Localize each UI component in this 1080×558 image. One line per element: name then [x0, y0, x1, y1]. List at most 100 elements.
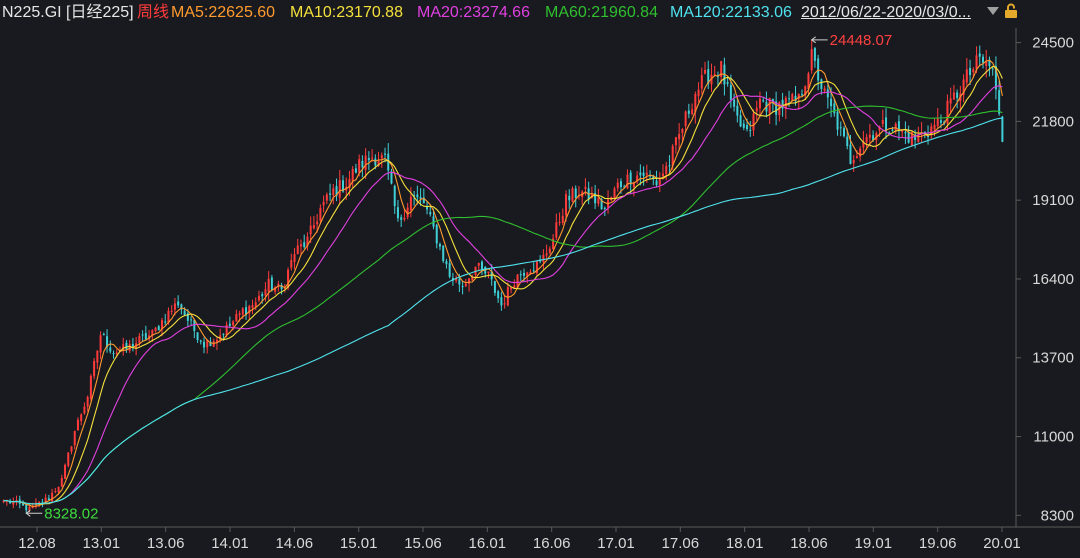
candle-body — [561, 215, 564, 224]
candle-body — [752, 113, 755, 131]
candle-body — [367, 158, 370, 161]
candle-body — [403, 217, 406, 220]
y-tick-label: 16400 — [1032, 271, 1074, 288]
candle-body — [157, 326, 160, 331]
candle-body — [742, 123, 745, 128]
candle-body — [972, 69, 975, 72]
y-tick-label: 13700 — [1032, 350, 1074, 367]
candle-body — [891, 129, 894, 131]
candle-body — [354, 168, 357, 173]
candle-body — [991, 68, 994, 70]
candle-body — [936, 118, 939, 127]
candle-body — [38, 501, 41, 503]
candle-body — [332, 188, 335, 196]
candle-body — [396, 207, 399, 219]
candle-body — [975, 55, 978, 70]
candle-body — [817, 58, 820, 81]
candle-body — [952, 92, 955, 100]
candle-body — [270, 277, 273, 291]
candle-body — [54, 491, 57, 493]
candle-body — [445, 261, 448, 265]
candle-body — [228, 323, 231, 326]
candle-body — [83, 406, 86, 414]
candle-body — [199, 340, 202, 342]
candle-body — [109, 347, 112, 352]
candle-body — [584, 186, 587, 189]
candle-body — [64, 464, 67, 479]
candles — [2, 39, 1004, 514]
candle-body — [855, 156, 858, 158]
x-tick-label: 15.01 — [340, 535, 378, 552]
candle-body — [826, 89, 829, 98]
candle-body — [477, 263, 480, 266]
candle-body — [613, 188, 616, 199]
candle-body — [684, 111, 687, 127]
candle-body — [76, 419, 79, 431]
x-tick-label: 18.01 — [726, 535, 764, 552]
candle-body — [164, 321, 167, 323]
candle-body — [115, 352, 118, 355]
candle-body — [25, 504, 28, 511]
candle-body — [183, 310, 186, 316]
tick-labels: 8300 11000 13700 16400 19100 21800 24500 12.08 1… — [18, 35, 1074, 552]
candle-body — [316, 221, 319, 225]
candle-body — [290, 260, 293, 268]
candle-body — [312, 225, 315, 229]
candle-body — [901, 130, 904, 132]
candle-body — [998, 90, 1001, 114]
candle-body — [791, 94, 794, 101]
candle-body — [500, 297, 503, 306]
candle-body — [468, 278, 471, 284]
candle-body — [810, 49, 813, 71]
candle-body — [170, 310, 173, 312]
candle-body — [70, 446, 73, 452]
candle-body — [700, 75, 703, 89]
candle-body — [44, 497, 47, 502]
candle-body — [548, 248, 551, 254]
candle-body — [691, 109, 694, 115]
candle-body — [978, 53, 981, 57]
candle-body — [687, 110, 690, 114]
x-tick-label: 16.01 — [469, 535, 507, 552]
candle-body — [277, 283, 280, 286]
candle-body — [665, 165, 668, 174]
high-label: 24448.07 — [830, 32, 893, 49]
candle-body — [351, 168, 354, 182]
candle-body — [739, 115, 742, 127]
candle-body — [448, 263, 451, 277]
candle-body — [558, 221, 561, 223]
candle-body — [458, 278, 461, 285]
candle-body — [788, 98, 791, 100]
candle-body — [574, 188, 577, 198]
candle-body — [173, 303, 176, 310]
candle-body — [293, 254, 296, 263]
candlestick-chart[interactable]: 24448.07 8328.02 8300 11000 13700 16400 19100… — [0, 0, 1080, 558]
candle-body — [296, 245, 299, 255]
candle-body — [626, 174, 629, 189]
candle-body — [384, 153, 387, 155]
candle-body — [503, 303, 506, 305]
candle-body — [800, 94, 803, 96]
candle-body — [325, 194, 328, 201]
candle-body — [749, 129, 752, 131]
candle-body — [416, 194, 419, 198]
candle-body — [303, 242, 306, 248]
candle-body — [568, 195, 571, 201]
candle-body — [364, 155, 367, 171]
x-tick-label: 15.06 — [404, 535, 442, 552]
candle-body — [89, 375, 92, 399]
candle-body — [519, 274, 522, 276]
candle-body — [190, 319, 193, 321]
candle-body — [661, 173, 664, 177]
candle-body — [80, 414, 83, 422]
candle-body — [846, 136, 849, 147]
candle-body — [642, 172, 645, 177]
candle-body — [393, 185, 396, 207]
candle-body — [542, 254, 545, 262]
candle-body — [658, 178, 661, 185]
candle-body — [639, 172, 642, 176]
x-tick-label: 17.06 — [662, 535, 700, 552]
candle-body — [338, 180, 341, 198]
candle-body — [73, 430, 76, 446]
candle-body — [565, 194, 568, 216]
